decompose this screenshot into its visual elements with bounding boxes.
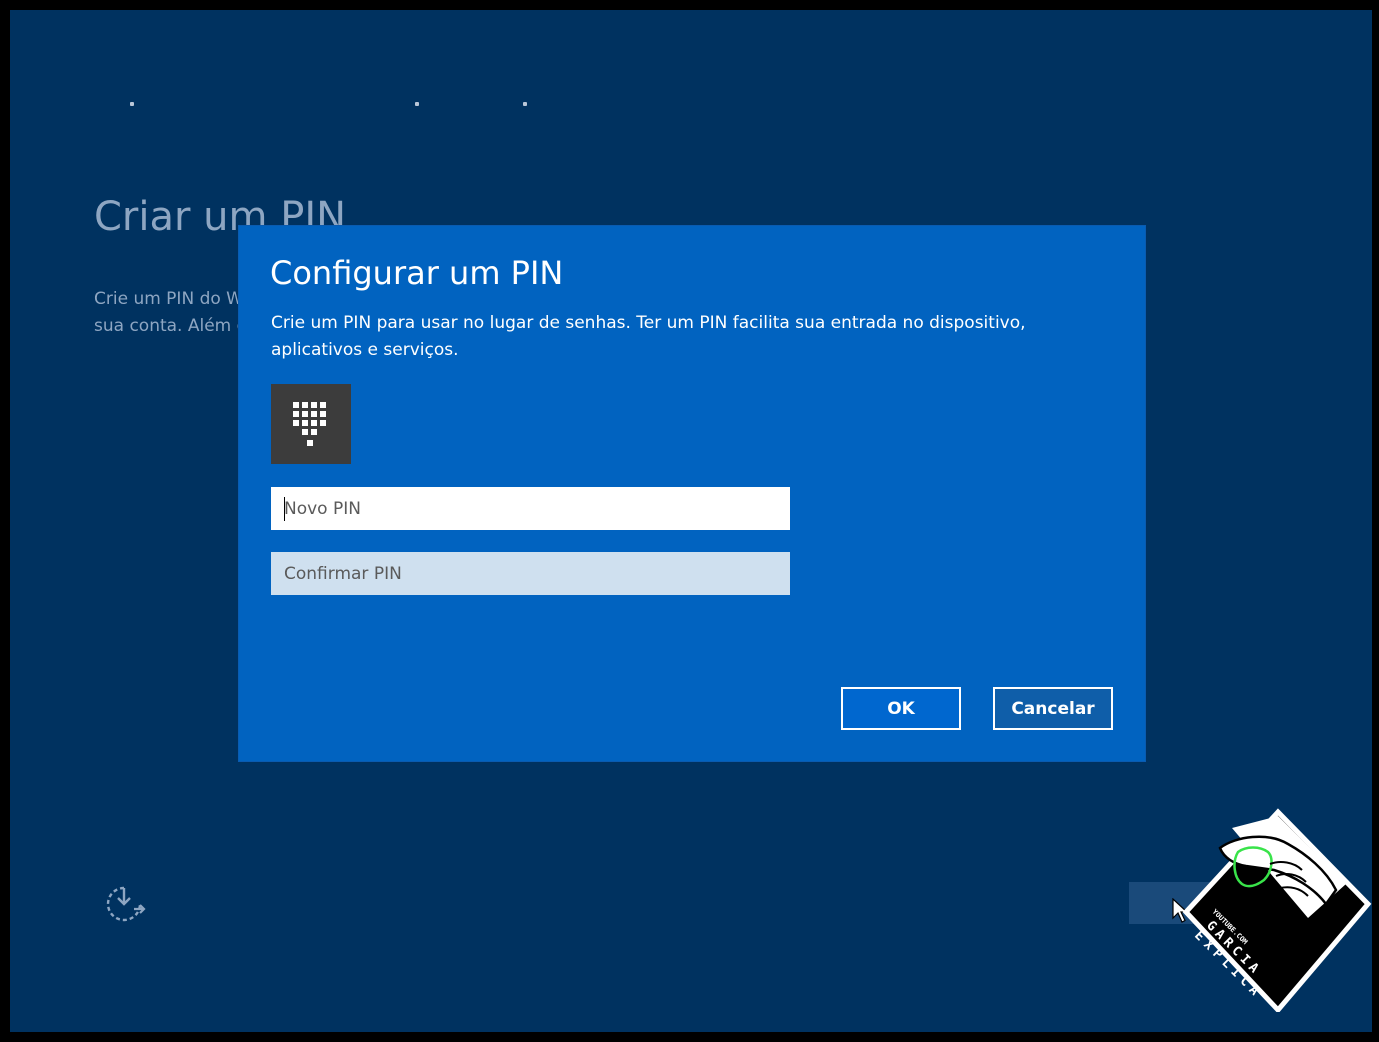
ease-of-access-icon[interactable] [102,882,148,928]
cancel-button[interactable]: Cancelar [993,687,1113,730]
pin-tile [271,384,351,464]
dialog-title: Configurar um PIN [270,254,564,292]
keypad-icon [293,402,326,446]
background-page-description: Crie um PIN do Windows sua conta. Além d… [94,286,254,340]
confirm-pin-input[interactable] [271,552,790,595]
ok-button[interactable]: OK [841,687,961,730]
oobe-screen: Criar um PIN Crie um PIN do Windows sua … [10,10,1372,1032]
dialog-description: Crie um PIN para usar no lugar de senhas… [271,313,1026,360]
progress-dot [523,102,527,106]
progress-dot [415,102,419,106]
new-pin-input[interactable] [271,487,790,530]
garcia-explica-logo: YOUTUBE.COM GARCIA EXPLICA [1182,808,1372,1012]
background-desc-line: Crie um PIN do Windows [94,289,254,309]
progress-indicator [10,10,1372,130]
configure-pin-dialog: Configurar um PIN Crie um PIN para usar … [239,226,1145,761]
background-desc-line: sua conta. Além disso, [94,316,254,336]
progress-dot [130,102,134,106]
text-caret [284,497,285,521]
